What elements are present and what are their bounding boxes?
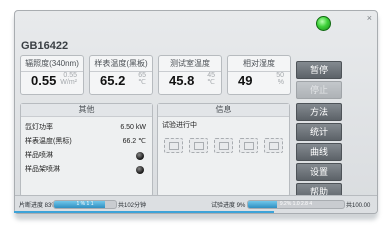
gauge-value: 65.2 <box>100 73 126 88</box>
statistics-button[interactable]: 统计 <box>296 123 342 141</box>
gauge-setpoint: 65 ℃ <box>138 72 146 86</box>
test-progress-bar: 9.2% 1.0 2.8 4 <box>247 200 345 209</box>
row-label: 样表温度(黑标) <box>25 138 72 145</box>
gauge-value: 0.55 <box>31 73 57 88</box>
test-standard-title: GB16422 <box>21 40 69 52</box>
gauge-value: 49 <box>238 73 253 88</box>
test-progress-label: 试验进度 9% <box>211 203 246 209</box>
panel-heading: 信息 <box>158 104 289 117</box>
curve-button[interactable]: 曲线 <box>296 143 342 161</box>
stop-button[interactable]: 停止 <box>296 81 342 99</box>
segment-box-icon <box>164 138 183 153</box>
method-button[interactable]: 方法 <box>296 103 342 121</box>
window-accent-line <box>14 211 274 213</box>
gauge-humidity: 相对湿度 49 50% <box>227 55 291 95</box>
gauge-setpoint: 45 ℃ <box>207 72 215 86</box>
status-light-icon <box>316 16 331 31</box>
gauge-label: 样表温度(黑板) <box>90 58 152 72</box>
row-label: 氙灯功率 <box>25 124 53 131</box>
gauge-black-panel-temp: 样表温度(黑板) 65.2 65 ℃ <box>89 55 153 95</box>
black-standard-temp-row: 样表温度(黑标) 66.2 ℃ <box>25 136 148 148</box>
row-value: 66.2 ℃ <box>122 138 146 145</box>
test-progress-text: 9.2% 1.0 2.8 4 <box>279 201 313 207</box>
row-label: 样品架喷淋 <box>25 166 60 173</box>
gauge-label: 测试室温度 <box>159 58 221 72</box>
gauge-chamber-temp: 测试室温度 45.8 45 ℃ <box>158 55 222 95</box>
segment-total: 共102分钟 <box>118 203 147 209</box>
lamp-power-row: 氙灯功率 6.50 kW <box>25 122 148 134</box>
close-icon[interactable]: × <box>367 13 372 23</box>
pause-button[interactable]: 暂停 <box>296 61 342 79</box>
segment-progress-bar: 1 % 1 1 <box>53 200 117 209</box>
settings-button[interactable]: 设置 <box>296 163 342 181</box>
test-status-text: 试验进行中 <box>162 122 197 129</box>
row-label: 样品喷淋 <box>25 152 53 159</box>
rack-spray-row: 样品架喷淋 <box>25 164 148 176</box>
segment-progress-label: 片断进度 83% <box>19 203 57 209</box>
gauge-label: 相对湿度 <box>228 58 290 72</box>
gauge-value: 45.8 <box>169 73 195 88</box>
segment-box-icon <box>214 138 233 153</box>
app-window: × GB16422 辐照度(340nm) 0.55 0.55 W/m² 样表温度(… <box>14 10 378 214</box>
gauge-label: 辐照度(340nm) <box>21 58 83 72</box>
segment-progress-text: 1 % 1 1 <box>76 201 94 207</box>
segment-box-icon <box>264 138 283 153</box>
sample-spray-row: 样品喷淋 <box>25 150 148 162</box>
segment-box-icon <box>239 138 258 153</box>
gauge-setpoint: 0.55 W/m² <box>60 72 77 86</box>
panel-heading: 其他 <box>21 104 152 117</box>
indicator-off-icon <box>136 166 144 174</box>
gauge-setpoint: 50% <box>276 72 284 86</box>
test-total: 共100.00 <box>346 203 371 209</box>
other-panel: 其他 氙灯功率 6.50 kW 样表温度(黑标) 66.2 ℃ 样品喷淋 样品架… <box>20 103 153 197</box>
segment-box-icon <box>189 138 208 153</box>
row-value: 6.50 kW <box>120 124 146 131</box>
indicator-off-icon <box>136 152 144 160</box>
gauge-irradiance: 辐照度(340nm) 0.55 0.55 W/m² <box>20 55 84 95</box>
info-panel: 信息 试验进行中 <box>157 103 290 197</box>
